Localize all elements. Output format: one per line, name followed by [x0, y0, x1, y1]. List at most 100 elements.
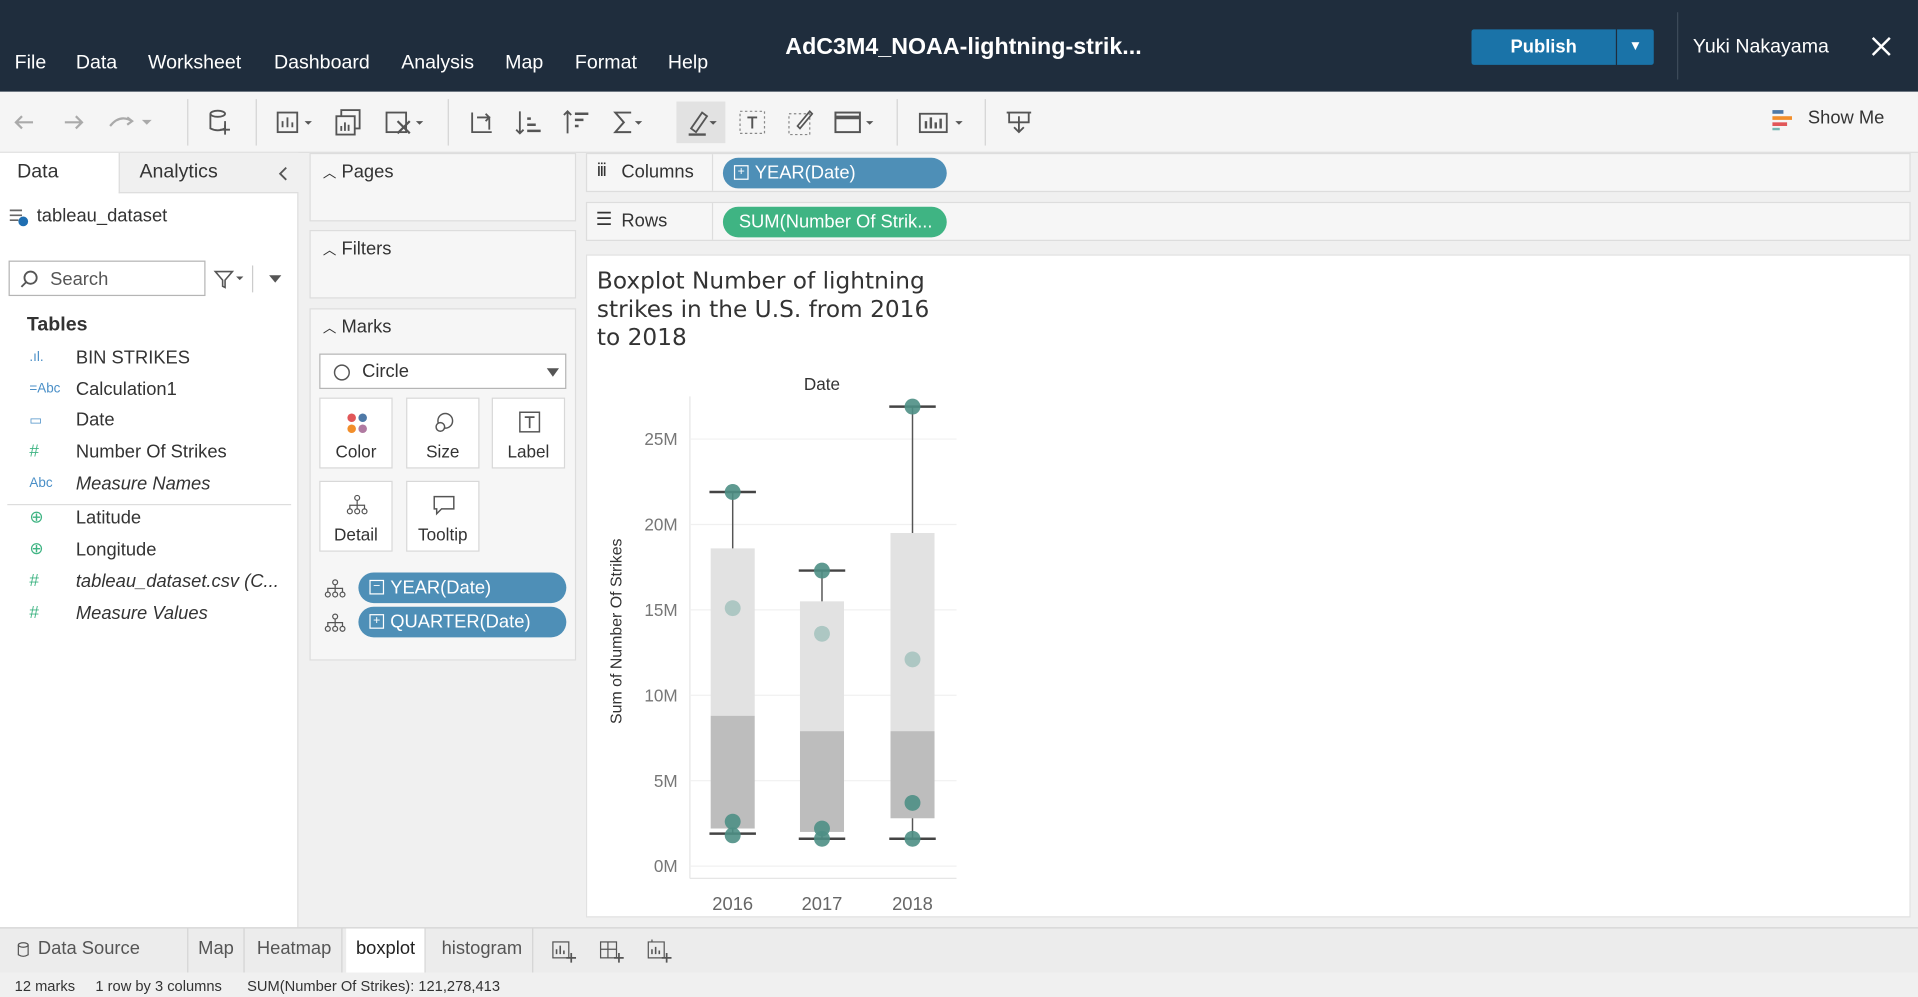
pane-menu-icon[interactable]	[267, 273, 284, 285]
pages-shelf[interactable]: ︿ Pages	[309, 152, 577, 222]
y-tick-label: 0M	[654, 857, 678, 876]
boxplot-chart: Date 0M 5M 10M 15M 20M 25M Sum of Number Of Str…	[608, 375, 957, 914]
sheet-tab-histogram[interactable]: histogram	[432, 928, 534, 973]
detail-button[interactable]: Detail	[319, 480, 393, 552]
redo-icon[interactable]	[57, 106, 89, 138]
new-story-icon[interactable]	[647, 938, 672, 963]
replay-icon[interactable]	[105, 106, 154, 138]
data-source-tab[interactable]: Data Source	[0, 928, 189, 973]
menu-format[interactable]: Format	[575, 53, 637, 75]
sort-descending-icon[interactable]	[561, 106, 593, 138]
sheet-tab-heatmap[interactable]: Heatmap	[247, 928, 343, 973]
label-icon	[519, 411, 541, 433]
field-measure-names[interactable]: Abc Measure Names	[0, 471, 298, 500]
tooltip-button[interactable]: Tooltip	[406, 480, 480, 552]
menu-data[interactable]: Data	[76, 53, 117, 75]
worksheet-view: Boxplot Number of lightning strikes in t…	[585, 254, 1911, 918]
presentation-mode-icon[interactable]	[1003, 106, 1035, 138]
show-cards-icon[interactable]	[916, 106, 965, 138]
filters-shelf[interactable]: ︿ Filters	[309, 229, 577, 299]
divider	[896, 99, 898, 146]
tab-data[interactable]: Data	[0, 152, 119, 194]
show-mark-labels-icon[interactable]	[736, 106, 768, 138]
totals-icon[interactable]	[609, 106, 646, 138]
undo-icon[interactable]	[9, 106, 41, 138]
marks-pill-year[interactable]: − YEAR(Date)	[358, 572, 567, 604]
field-number-of-strikes[interactable]: # Number Of Strikes	[0, 439, 298, 468]
menu-file[interactable]: File	[15, 53, 47, 75]
rows-label: Rows	[621, 210, 668, 232]
sheet-tab-boxplot[interactable]: boxplot	[346, 928, 427, 973]
sheet-tab-map[interactable]: Map	[188, 928, 245, 973]
y-tick-label: 15M	[644, 601, 677, 620]
field-longitude[interactable]: ⊕ Longitude	[0, 537, 298, 566]
bin-icon: .ıl.	[29, 349, 44, 365]
sort-ascending-icon[interactable]	[514, 106, 546, 138]
marks-label: Marks	[341, 316, 392, 338]
clear-sheet-icon[interactable]	[383, 106, 427, 138]
field-calculation1[interactable]: =Abc Calculation1	[0, 377, 298, 406]
filter-fields-icon[interactable]	[213, 268, 245, 290]
datasource-name[interactable]: tableau_dataset	[37, 206, 168, 227]
new-worksheet-icon[interactable]	[274, 106, 316, 138]
data-point	[904, 830, 921, 847]
field-label: Date	[75, 409, 115, 431]
publish-dropdown-button[interactable]: ▼	[1617, 29, 1654, 65]
menu-dashboard[interactable]: Dashboard	[274, 53, 370, 75]
data-point	[724, 827, 741, 844]
y-tick-label: 25M	[644, 430, 677, 449]
field-measure-values[interactable]: # Measure Values	[0, 601, 298, 630]
fit-view-icon[interactable]	[832, 106, 878, 138]
new-dashboard-icon[interactable]	[599, 938, 624, 963]
field-latitude[interactable]: ⊕ Latitude	[0, 505, 298, 534]
new-worksheet-icon[interactable]	[552, 938, 577, 963]
mark-type-select[interactable]: Circle	[319, 353, 567, 390]
string-icon: =Abc	[29, 381, 61, 397]
close-icon[interactable]	[1869, 34, 1893, 58]
size-button[interactable]: Size	[406, 397, 480, 469]
menu-map[interactable]: Map	[505, 53, 543, 75]
format-workbook-icon[interactable]	[785, 106, 817, 138]
pill-label: SUM(Number Of Strik...	[738, 211, 933, 233]
field-label: Number Of Strikes	[75, 441, 227, 463]
menu-help[interactable]: Help	[668, 53, 708, 75]
measure-icon: #	[29, 570, 39, 590]
caret-down-icon: ▼	[1628, 39, 1643, 54]
columns-label-area: iii Columns	[587, 154, 714, 191]
status-bar: 12 marks 1 row by 3 columns SUM(Number O…	[0, 972, 1918, 997]
filters-label: Filters	[341, 238, 392, 260]
marks-pill-quarter[interactable]: + QUARTER(Date)	[358, 606, 567, 638]
user-name[interactable]: Yuki Nakayama	[1693, 37, 1829, 59]
field-date[interactable]: ▭ Date	[0, 407, 298, 436]
box-lower	[710, 715, 755, 829]
duplicate-sheet-icon[interactable]	[333, 106, 365, 138]
rows-pill[interactable]: SUM(Number Of Strik...	[722, 206, 947, 238]
label-button[interactable]: Label	[491, 397, 566, 469]
field-label: BIN STRIKES	[75, 347, 191, 369]
divider	[255, 99, 257, 146]
color-button[interactable]: Color	[319, 397, 393, 469]
rows-label-area: ☰ Rows	[587, 203, 714, 240]
menu-analysis[interactable]: Analysis	[401, 53, 474, 75]
filters-heading: ︿ Filters	[323, 239, 392, 260]
publish-button[interactable]: Publish	[1471, 29, 1616, 65]
field-bin-strikes[interactable]: .ıl. BIN STRIKES	[0, 345, 298, 374]
field-label: Longitude	[75, 539, 157, 561]
tab-analytics[interactable]: Analytics	[118, 152, 299, 194]
menu-worksheet[interactable]: Worksheet	[148, 53, 241, 75]
swap-rows-columns-icon[interactable]	[466, 106, 498, 138]
data-source-label: Data Source	[37, 938, 140, 960]
divider	[984, 99, 986, 146]
search-field[interactable]: Search	[8, 260, 206, 297]
divider	[1677, 12, 1679, 80]
measure-icon: #	[29, 601, 39, 622]
columns-pill[interactable]: + YEAR(Date)	[722, 157, 947, 189]
collapse-pane-icon[interactable]	[276, 165, 291, 182]
pill-label: QUARTER(Date)	[390, 611, 531, 633]
database-icon	[17, 942, 29, 957]
new-datasource-icon[interactable]	[204, 106, 236, 138]
highlight-button[interactable]	[676, 101, 726, 144]
columns-icon: iii	[596, 160, 607, 182]
field-tableau-dataset-csv-c[interactable]: # tableau_dataset.csv (C...	[0, 569, 298, 598]
field-label: tableau_dataset.csv (C...	[75, 571, 279, 593]
